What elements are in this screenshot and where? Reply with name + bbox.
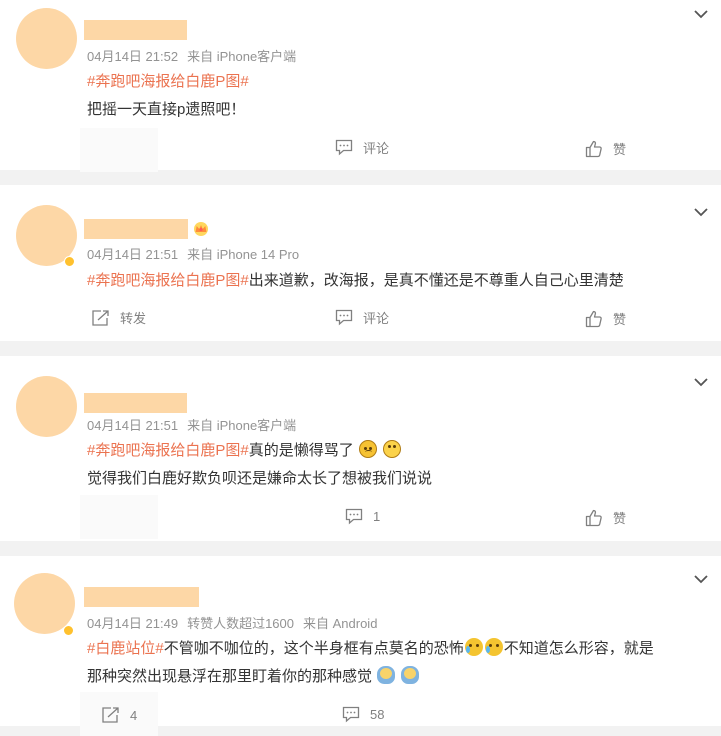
avatar[interactable] <box>16 8 77 69</box>
like-button[interactable]: 赞 <box>585 139 626 158</box>
thumbs-up-icon <box>585 140 602 157</box>
thumbs-up-icon <box>585 310 602 327</box>
thumbs-up-icon <box>585 509 602 526</box>
like-label: 赞 <box>613 312 627 327</box>
like-label: 赞 <box>613 142 627 157</box>
chevron-down-icon[interactable] <box>693 8 709 20</box>
comment-icon <box>335 309 353 326</box>
repost-icon <box>102 707 119 723</box>
like-button[interactable]: 赞 <box>585 508 626 527</box>
comment-meta: 04月14日 21:51 来自 iPhone 14 Pro <box>87 244 308 263</box>
image-placeholder <box>80 128 158 172</box>
comment-time[interactable]: 04月14日 21:51 <box>87 247 178 262</box>
comment-time[interactable]: 04月14日 21:51 <box>87 418 178 433</box>
comment-icon <box>342 706 360 723</box>
comment-button[interactable]: 1 <box>345 508 380 525</box>
comment-icon <box>345 508 363 525</box>
comment-text: 那种突然出现悬浮在那里盯着你的那种感觉 <box>87 668 373 685</box>
chevron-down-icon[interactable] <box>693 376 709 388</box>
comment-label: 评论 <box>363 311 390 326</box>
username-redacted[interactable] <box>84 587 199 607</box>
vip-badge-icon <box>64 256 75 267</box>
repost-button[interactable]: 4 <box>101 706 137 724</box>
repost-count: 4 <box>130 707 138 723</box>
like-button[interactable]: 赞 <box>585 309 626 328</box>
repost-button[interactable]: 转发 <box>91 308 146 327</box>
comment-label: 评论 <box>363 141 390 156</box>
username-redacted[interactable] <box>84 219 188 239</box>
comment-button[interactable]: 58 <box>342 706 384 723</box>
comment-card-3: 04月14日 21:51 来自 iPhone客户端 #奔跑吧海报给白鹿P图#真的是… <box>0 356 721 541</box>
chevron-down-icon[interactable] <box>693 573 709 585</box>
topic-link[interactable]: #奔跑吧海报给白鹿P图# <box>87 442 249 459</box>
comment-source: 来自 iPhone 14 Pro <box>187 247 300 262</box>
repost-like-count: 转赞人数超过1600 <box>187 616 294 631</box>
comment-card-1: 04月14日 21:52 来自 iPhone客户端 #奔跑吧海报给白鹿P图# 把摇… <box>0 0 721 172</box>
topic-link[interactable]: #白鹿站位# <box>87 640 164 657</box>
comment-text-line-2: 觉得我们白鹿好欺负呗还是嫌命太长了想被我们说说 <box>87 470 433 487</box>
comment-button[interactable]: 评论 <box>335 138 389 157</box>
comment-source: 来自 iPhone客户端 <box>187 418 297 433</box>
comment-text-line-1: #白鹿站位#不管咖不咖位的，这个半身框有点莫名的恐怖 不知道怎么形容，就是 <box>87 637 654 658</box>
like-label: 赞 <box>613 511 627 526</box>
comment-icon <box>335 139 353 156</box>
comment-text: 出来道歉，改海报，是真不懂还是不尊重人自己心里清楚 <box>248 272 624 289</box>
topic-link[interactable]: #奔跑吧海报给白鹿P图# <box>87 73 249 90</box>
eye-roll-emoji-icon <box>383 440 402 458</box>
crown-badge-icon <box>194 222 208 236</box>
comment-meta: 04月14日 21:51 来自 iPhone客户端 <box>87 415 305 434</box>
comment-source: 来自 iPhone客户端 <box>187 49 297 64</box>
image-placeholder <box>80 495 158 539</box>
chevron-down-icon[interactable] <box>693 206 709 218</box>
comment-text-line-2: 把摇一天直接p遗照吧！ <box>87 101 246 118</box>
comment-button[interactable]: 评论 <box>335 308 389 327</box>
comment-time[interactable]: 04月14日 21:49 <box>87 616 178 631</box>
comment-text: 不知道怎么形容，就是 <box>503 640 654 657</box>
comment-text: 真的是懒得骂了 <box>248 442 354 459</box>
comment-meta: 04月14日 21:49 转赞人数超过1600 来自 Android <box>87 613 386 632</box>
topic-link[interactable]: #奔跑吧海报给白鹿P图# <box>87 272 249 289</box>
comment-text-line-1: #奔跑吧海报给白鹿P图# <box>87 70 249 91</box>
comment-card-4: 04月14日 21:49 转赞人数超过1600 来自 Android #白鹿站位#不… <box>0 556 721 736</box>
comment-card-2: 04月14日 21:51 来自 iPhone 14 Pro #奔跑吧海报给白鹿P图… <box>0 185 721 341</box>
comment-text: 不管咖不咖位的，这个半身框有点莫名的恐怖 <box>163 640 464 657</box>
comment-text-line-1: #奔跑吧海报给白鹿P图#真的是懒得骂了 <box>87 439 402 460</box>
comment-time[interactable]: 04月14日 21:52 <box>87 49 178 64</box>
vip-badge-icon <box>63 625 74 636</box>
comment-meta: 04月14日 21:52 来自 iPhone客户端 <box>87 46 305 65</box>
laughing-crying-emoji-icon <box>484 638 503 656</box>
username-redacted[interactable] <box>84 20 187 40</box>
comment-text-line-1: #奔跑吧海报给白鹿P图#出来道歉，改海报，是真不懂还是不尊重人自己心里清楚 <box>87 269 624 290</box>
username-redacted[interactable] <box>84 393 187 413</box>
hugging-emoji-icon <box>401 666 420 684</box>
laughing-crying-emoji-icon <box>464 638 483 656</box>
avatar[interactable] <box>16 376 77 437</box>
comment-text-line-2: 那种突然出现悬浮在那里盯着你的那种感觉 <box>87 665 420 686</box>
comment-source: 来自 Android <box>303 616 378 631</box>
comment-count: 58 <box>370 707 385 722</box>
repost-icon <box>92 309 109 326</box>
sad-face-emoji-icon <box>358 440 377 458</box>
comment-count: 1 <box>373 509 381 524</box>
hugging-emoji-icon <box>377 666 396 684</box>
repost-label: 转发 <box>120 311 147 326</box>
